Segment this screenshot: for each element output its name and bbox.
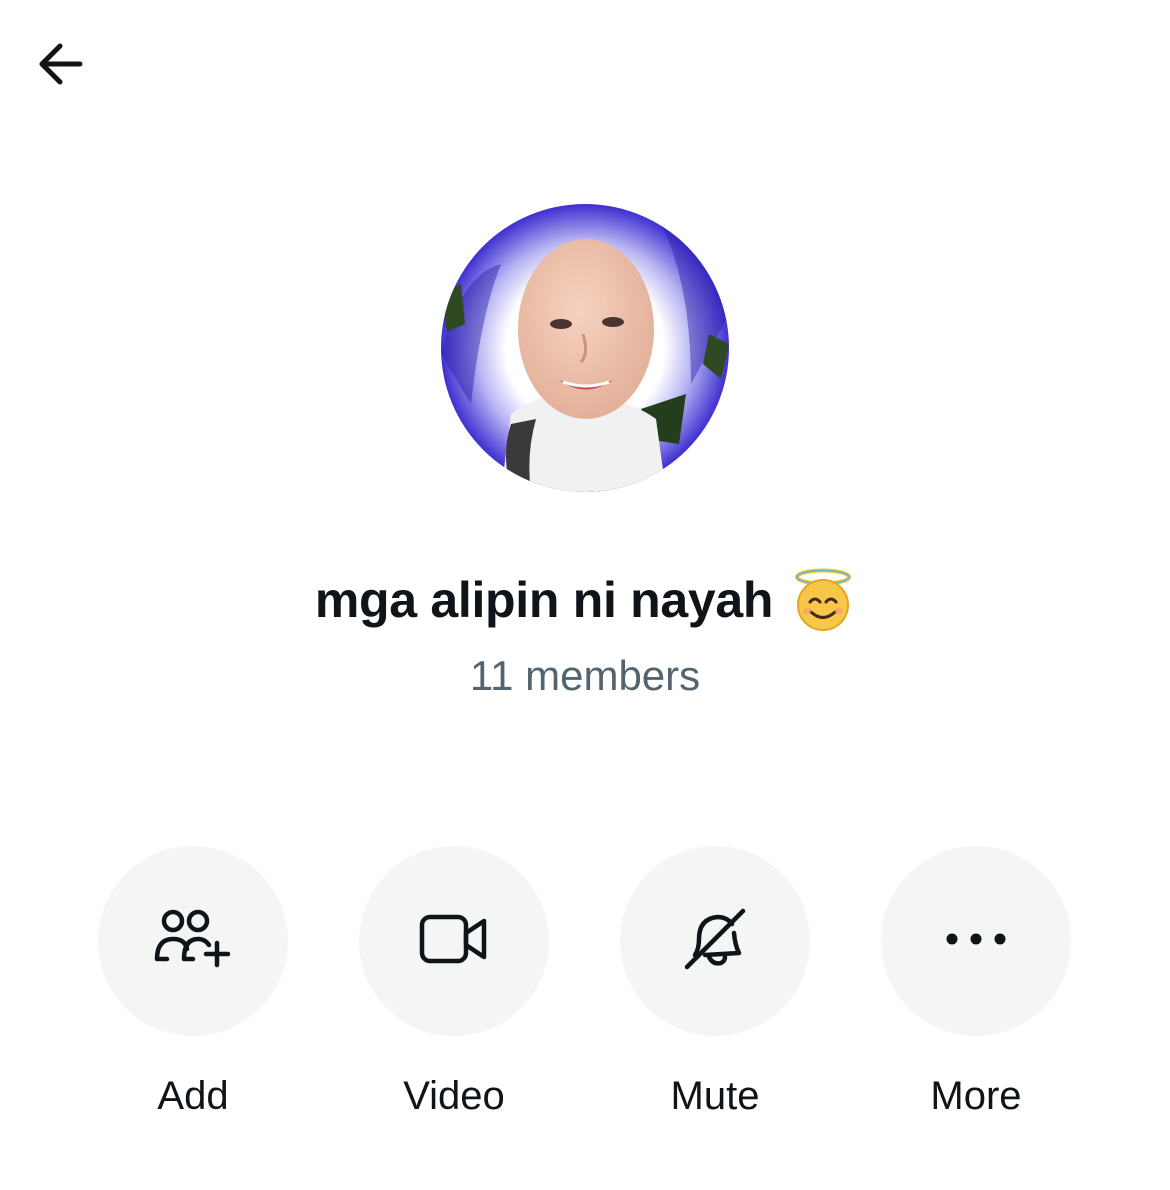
bell-slash-icon [681,905,749,978]
member-count[interactable]: 11 members [0,648,1170,704]
mute-button[interactable]: Mute [620,846,810,1126]
video-label: Video [403,1074,505,1118]
group-avatar [441,204,729,492]
group-name: mga alipin ni nayah [314,572,774,628]
action-bar: Add Video Mute More [0,846,1170,1126]
add-people-icon [153,907,233,976]
add-label: Add [157,1074,229,1118]
mute-label: Mute [670,1074,760,1118]
smiling-face-with-halo-icon [791,568,855,632]
group-name-row: mga alipin ni nayah [0,562,1170,638]
back-button[interactable] [24,34,96,98]
mute-button-circle[interactable] [620,846,810,1036]
arrow-left-icon [32,36,88,97]
more-dots-icon [944,931,1008,952]
video-button[interactable]: Video [359,846,549,1126]
video-camera-icon [418,911,490,972]
add-button[interactable]: Add [98,846,288,1126]
more-label: More [930,1074,1022,1118]
more-button[interactable]: More [881,846,1071,1126]
more-button-circle[interactable] [881,846,1071,1036]
add-button-circle[interactable] [98,846,288,1036]
video-button-circle[interactable] [359,846,549,1036]
